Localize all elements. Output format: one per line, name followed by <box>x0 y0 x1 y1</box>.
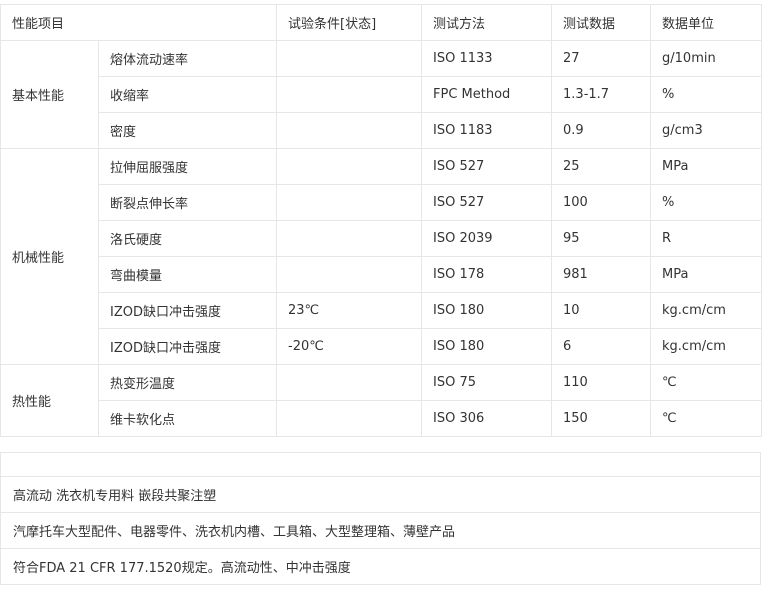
item-cell: IZOD缺口冲击强度 <box>97 328 278 365</box>
unit-cell: % <box>650 184 762 221</box>
notes-spacer-cell <box>0 452 761 477</box>
unit-cell: kg.cm/cm <box>650 292 762 329</box>
item-cell: 断裂点伸长率 <box>97 184 278 221</box>
item-cell: 热变形温度 <box>97 364 278 401</box>
item-cell: IZOD缺口冲击强度 <box>97 292 278 329</box>
table-row: 洛氏硬度 ISO 2039 95 R <box>1 220 762 257</box>
table-row: 密度 ISO 1183 0.9 g/cm3 <box>1 112 762 149</box>
unit-cell: kg.cm/cm <box>650 328 762 365</box>
notes-table: 高流动 洗衣机专用料 嵌段共聚注塑 汽摩托车大型配件、电器零件、洗衣机内槽、工具箱… <box>0 452 761 585</box>
notes-table-body: 高流动 洗衣机专用料 嵌段共聚注塑 汽摩托车大型配件、电器零件、洗衣机内槽、工具箱… <box>0 452 761 585</box>
condition-cell: -20℃ <box>276 328 423 365</box>
table-row: 热性能 热变形温度 ISO 75 110 ℃ <box>0 364 762 437</box>
condition-cell <box>276 148 423 185</box>
table-row: 收缩率 FPC Method 1.3-1.7% <box>1 76 762 113</box>
value-cell: 95 <box>551 220 652 257</box>
item-cell: 密度 <box>97 112 278 149</box>
method-cell: ISO 178 <box>421 256 553 293</box>
unit-cell: MPa <box>650 148 762 185</box>
value-cell: 100 <box>551 184 652 221</box>
group-name-cell: 机械性能 <box>0 148 99 365</box>
method-cell: ISO 527 <box>421 184 553 221</box>
item-cell: 熔体流动速率 <box>97 40 278 77</box>
value-cell: 1.3-1.7 <box>551 76 652 113</box>
condition-cell <box>276 76 423 113</box>
note-cell: 汽摩托车大型配件、电器零件、洗衣机内槽、工具箱、大型整理箱、薄壁产品 <box>0 512 761 549</box>
method-cell: ISO 75 <box>421 364 553 401</box>
value-cell: 10 <box>551 292 652 329</box>
method-cell: ISO 1183 <box>421 112 553 149</box>
table-row: 基本性能 熔体流动速率 ISO 1133 27 g/10min <box>0 40 762 149</box>
note-cell: 高流动 洗衣机专用料 嵌段共聚注塑 <box>0 476 761 513</box>
unit-cell: % <box>650 76 762 113</box>
method-cell: ISO 180 <box>421 328 553 365</box>
unit-cell: g/cm3 <box>650 112 762 149</box>
method-cell: ISO 180 <box>421 292 553 329</box>
condition-cell: 23℃ <box>276 292 423 329</box>
group-name-cell: 热性能 <box>0 364 99 437</box>
header-category: 性能项目 <box>0 4 278 41</box>
header-value: 测试数据 <box>551 4 652 41</box>
condition-cell <box>276 184 423 221</box>
condition-cell <box>276 256 423 293</box>
value-cell: 27 <box>551 40 652 77</box>
header-row: 性能项目 试验条件[状态] 测试方法 测试数据 数据单位 <box>0 4 762 41</box>
unit-cell: g/10min <box>650 40 762 77</box>
method-cell: ISO 2039 <box>421 220 553 257</box>
properties-table: 性能项目 试验条件[状态] 测试方法 测试数据 数据单位 基本性能 熔体流动速率 I… <box>0 4 762 437</box>
note-row: 高流动 洗衣机专用料 嵌段共聚注塑 <box>0 476 761 513</box>
value-cell: 0.9 <box>551 112 652 149</box>
method-cell: FPC Method <box>421 76 553 113</box>
method-cell: ISO 1133 <box>421 40 553 77</box>
method-cell: ISO 306 <box>421 400 553 437</box>
unit-cell: ℃ <box>650 364 762 401</box>
table-row: IZOD缺口冲击强度 23℃ ISO 180 10 kg.cm/cm <box>1 292 762 329</box>
item-cell: 收缩率 <box>97 76 278 113</box>
header-condition: 试验条件[状态] <box>276 4 423 41</box>
item-cell: 拉伸屈服强度 <box>97 148 278 185</box>
properties-table-body: 性能项目 试验条件[状态] 测试方法 测试数据 数据单位 基本性能 熔体流动速率 I… <box>0 4 762 437</box>
value-cell: 25 <box>551 148 652 185</box>
header-unit: 数据单位 <box>650 4 762 41</box>
condition-cell <box>276 40 423 77</box>
table-row: 弯曲模量 ISO 178 981 MPa <box>1 256 762 293</box>
item-cell: 维卡软化点 <box>97 400 278 437</box>
table-row: IZOD缺口冲击强度 -20℃ ISO 180 6 kg.cm/cm <box>1 328 762 365</box>
value-cell: 150 <box>551 400 652 437</box>
table-row: 机械性能 拉伸屈服强度 ISO 527 25 MPa <box>0 148 762 365</box>
group-name-cell: 基本性能 <box>0 40 99 149</box>
condition-cell <box>276 364 423 401</box>
method-cell: ISO 527 <box>421 148 553 185</box>
note-row: 符合FDA 21 CFR 177.1520规定。高流动性、中冲击强度 <box>0 548 761 585</box>
note-row: 汽摩托车大型配件、电器零件、洗衣机内槽、工具箱、大型整理箱、薄壁产品 <box>0 512 761 549</box>
table-row: 维卡软化点 ISO 306 150 ℃ <box>1 400 762 437</box>
condition-cell <box>276 112 423 149</box>
condition-cell <box>276 400 423 437</box>
condition-cell <box>276 220 423 257</box>
unit-cell: R <box>650 220 762 257</box>
item-cell: 洛氏硬度 <box>97 220 278 257</box>
table-row: 断裂点伸长率 ISO 527 100% <box>1 184 762 221</box>
notes-spacer-row <box>0 452 761 477</box>
value-cell: 110 <box>551 364 652 401</box>
value-cell: 981 <box>551 256 652 293</box>
note-cell: 符合FDA 21 CFR 177.1520规定。高流动性、中冲击强度 <box>0 548 761 585</box>
value-cell: 6 <box>551 328 652 365</box>
header-method: 测试方法 <box>421 4 553 41</box>
unit-cell: MPa <box>650 256 762 293</box>
unit-cell: ℃ <box>650 400 762 437</box>
item-cell: 弯曲模量 <box>97 256 278 293</box>
